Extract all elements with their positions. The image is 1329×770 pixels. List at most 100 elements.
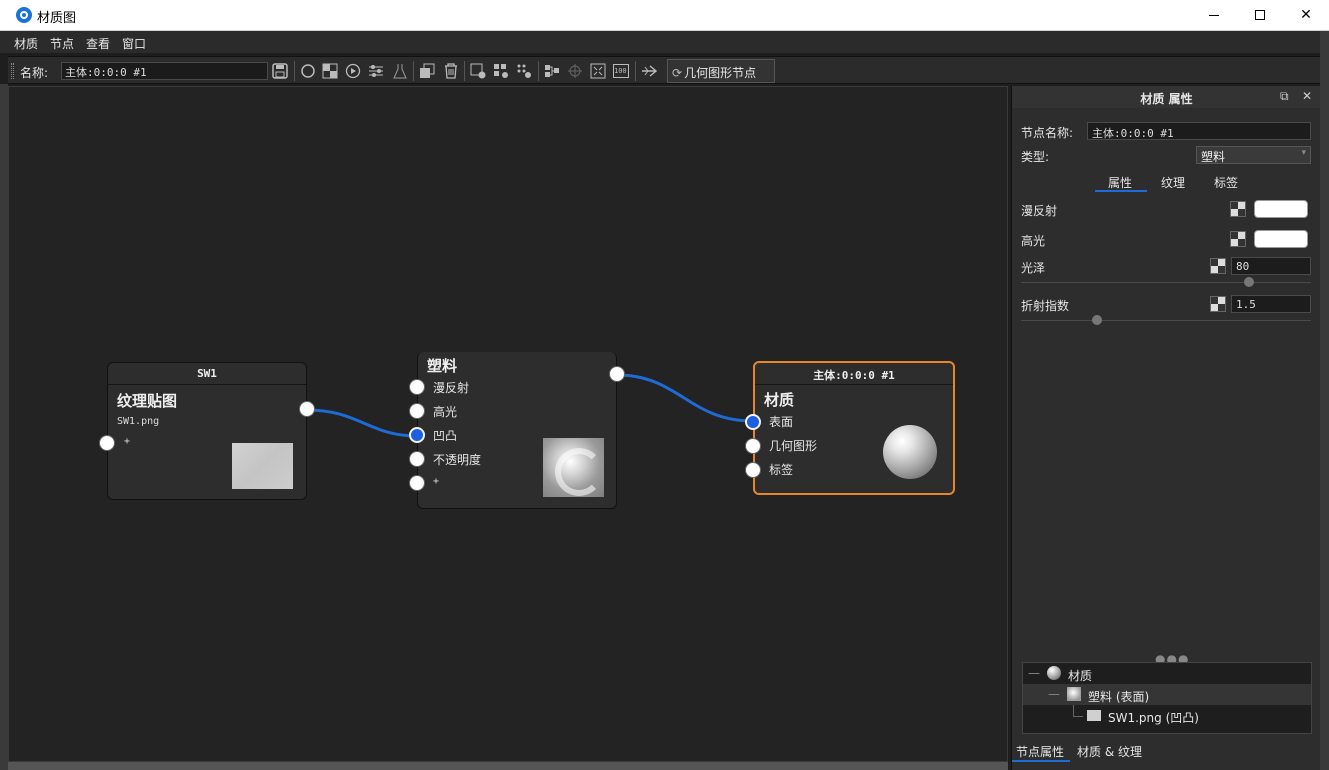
node-graph-canvas[interactable]: SW1 纹理贴图 SW1.png + 塑料 漫反射 高光 凹凸 不透明度 + 主… [8,86,1008,762]
geometry-node-label: 几何图形节点 [684,66,757,80]
bottom-strip [8,762,1008,770]
menu-window[interactable]: 窗口 [122,35,146,52]
gloss-label: 光泽 [1021,261,1046,275]
zoom-100-icon[interactable]: 100 [613,63,629,79]
connect-icon[interactable] [641,63,658,79]
center-icon[interactable] [567,63,583,79]
toolbar-grip[interactable] [11,63,14,79]
play-icon[interactable] [345,63,361,79]
type-select[interactable]: 塑料 ▾ [1196,146,1311,164]
port-bump[interactable] [409,427,425,443]
app-icon [16,7,32,23]
checker-icon[interactable] [322,63,338,79]
material-node-header: 主体:0:0:0 #1 [755,363,953,385]
texture-file-name: SW1.png [117,416,160,427]
tab-node-properties[interactable]: 节点属性 [1016,743,1064,760]
port-label-diffuse: 漫反射 [433,381,470,395]
add-node-icon[interactable] [470,63,486,79]
float-panel-icon[interactable]: ⧉ [1280,89,1289,104]
refresh-icon: ⟳ [672,66,683,80]
specular-color-swatch[interactable] [1254,230,1308,248]
diffuse-color-swatch[interactable] [1254,200,1308,218]
menu-material[interactable]: 材质 [14,35,38,52]
gloss-texture-icon[interactable] [1210,258,1226,274]
layout-icon[interactable] [544,63,560,79]
toolbar: 名称: 主体:0:0:0 #1 100 ⟳ 几何图形节点 [8,56,1320,84]
plastic-output-port[interactable] [609,366,625,382]
maximize-button[interactable] [1237,0,1283,30]
zoom-100-label: 100 [614,67,627,75]
fit-icon[interactable] [590,63,606,79]
port-tag[interactable] [745,462,761,478]
material-node-title: 材质 [764,391,795,409]
port-diffuse[interactable] [409,379,425,395]
close-panel-icon[interactable]: ✕ [1302,89,1312,103]
ior-input[interactable]: 1.5 [1231,295,1311,313]
trash-icon[interactable] [443,63,459,79]
tab-textures[interactable]: 纹理 [1161,174,1185,191]
tree-label-texture: SW1.png (凹凸) [1108,711,1199,725]
port-label-geometry: 几何图形 [769,439,818,453]
texture-thumbnail [232,443,293,489]
flask-icon[interactable] [392,63,408,79]
port-geometry[interactable] [745,438,761,454]
ior-slider-knob[interactable] [1092,315,1102,325]
material-node[interactable]: 主体:0:0:0 #1 材质 表面 几何图形 标签 [745,361,955,495]
port-label-bump: 凹凸 [433,429,458,443]
left-dock-strip [0,84,8,770]
dots-node-icon[interactable] [516,63,532,79]
tree-row-texture[interactable]: SW1.png (凹凸) [1023,705,1311,726]
ior-slider-track[interactable] [1021,320,1311,321]
geometry-node-button[interactable]: ⟳ 几何图形节点 [667,59,775,83]
port-label-opacity: 不透明度 [433,453,482,467]
plastic-node[interactable]: 塑料 漫反射 高光 凹凸 不透明度 + [409,352,625,509]
port-surface[interactable] [745,414,761,430]
tab-properties[interactable]: 属性 [1108,174,1132,191]
tree-row-material[interactable]: — 材质 [1023,663,1311,684]
copy-icon[interactable] [419,63,435,79]
menu-view[interactable]: 查看 [86,35,110,52]
menu-node[interactable]: 节点 [50,35,74,52]
diffuse-label: 漫反射 [1021,204,1058,218]
texture-icon [1087,710,1101,721]
close-button[interactable]: ✕ [1283,0,1329,30]
port-label-add[interactable]: + [433,476,439,487]
right-dock-strip [1320,31,1329,770]
sphere-icon [1047,666,1061,680]
tree-collapse-toggle[interactable]: — [1028,666,1040,680]
gloss-slider-track[interactable] [1021,282,1311,283]
material-preview-sphere [883,425,937,479]
window-title: 材质图 [37,11,77,26]
port-label-surface: 表面 [769,415,794,429]
sphere-preview-icon[interactable] [300,63,316,79]
texture-add-input[interactable]: + [124,436,130,447]
properties-panel: 材质 属性 ⧉ ✕ 节点名称: 主体:0:0:0 #1 类型: 塑料 ▾ 属性 … [1011,86,1321,770]
tree-row-plastic[interactable]: — 塑料 (表面) [1023,684,1311,705]
name-input[interactable]: 主体:0:0:0 #1 [61,62,268,80]
tree-collapse-toggle[interactable]: — [1048,687,1060,701]
tab-material-textures[interactable]: 材质 & 纹理 [1077,743,1142,760]
save-icon[interactable] [272,63,288,79]
texture-input-port[interactable] [99,435,115,451]
gloss-input[interactable]: 80 [1231,257,1311,275]
diffuse-texture-icon[interactable] [1230,201,1246,217]
plastic-node-title: 塑料 [427,357,458,375]
specular-texture-icon[interactable] [1230,231,1246,247]
sliders-icon[interactable] [368,63,384,79]
node-name-input[interactable]: 主体:0:0:0 #1 [1087,122,1311,140]
ior-texture-icon[interactable] [1210,296,1226,312]
minimize-button[interactable] [1191,0,1237,30]
port-specular[interactable] [409,403,425,419]
type-select-value: 塑料 [1201,150,1226,164]
type-label: 类型: [1021,150,1050,164]
texture-output-port[interactable] [299,401,315,417]
grid-node-icon[interactable] [493,63,509,79]
texture-node-title: 纹理贴图 [117,392,178,410]
port-add[interactable] [409,475,425,491]
tab-active-indicator [1095,190,1147,192]
wire-plastic-to-surface [616,373,754,423]
port-opacity[interactable] [409,451,425,467]
gloss-slider-knob[interactable] [1244,277,1254,287]
texture-node[interactable]: SW1 纹理贴图 SW1.png + [99,362,315,500]
tab-tags[interactable]: 标签 [1214,174,1238,191]
